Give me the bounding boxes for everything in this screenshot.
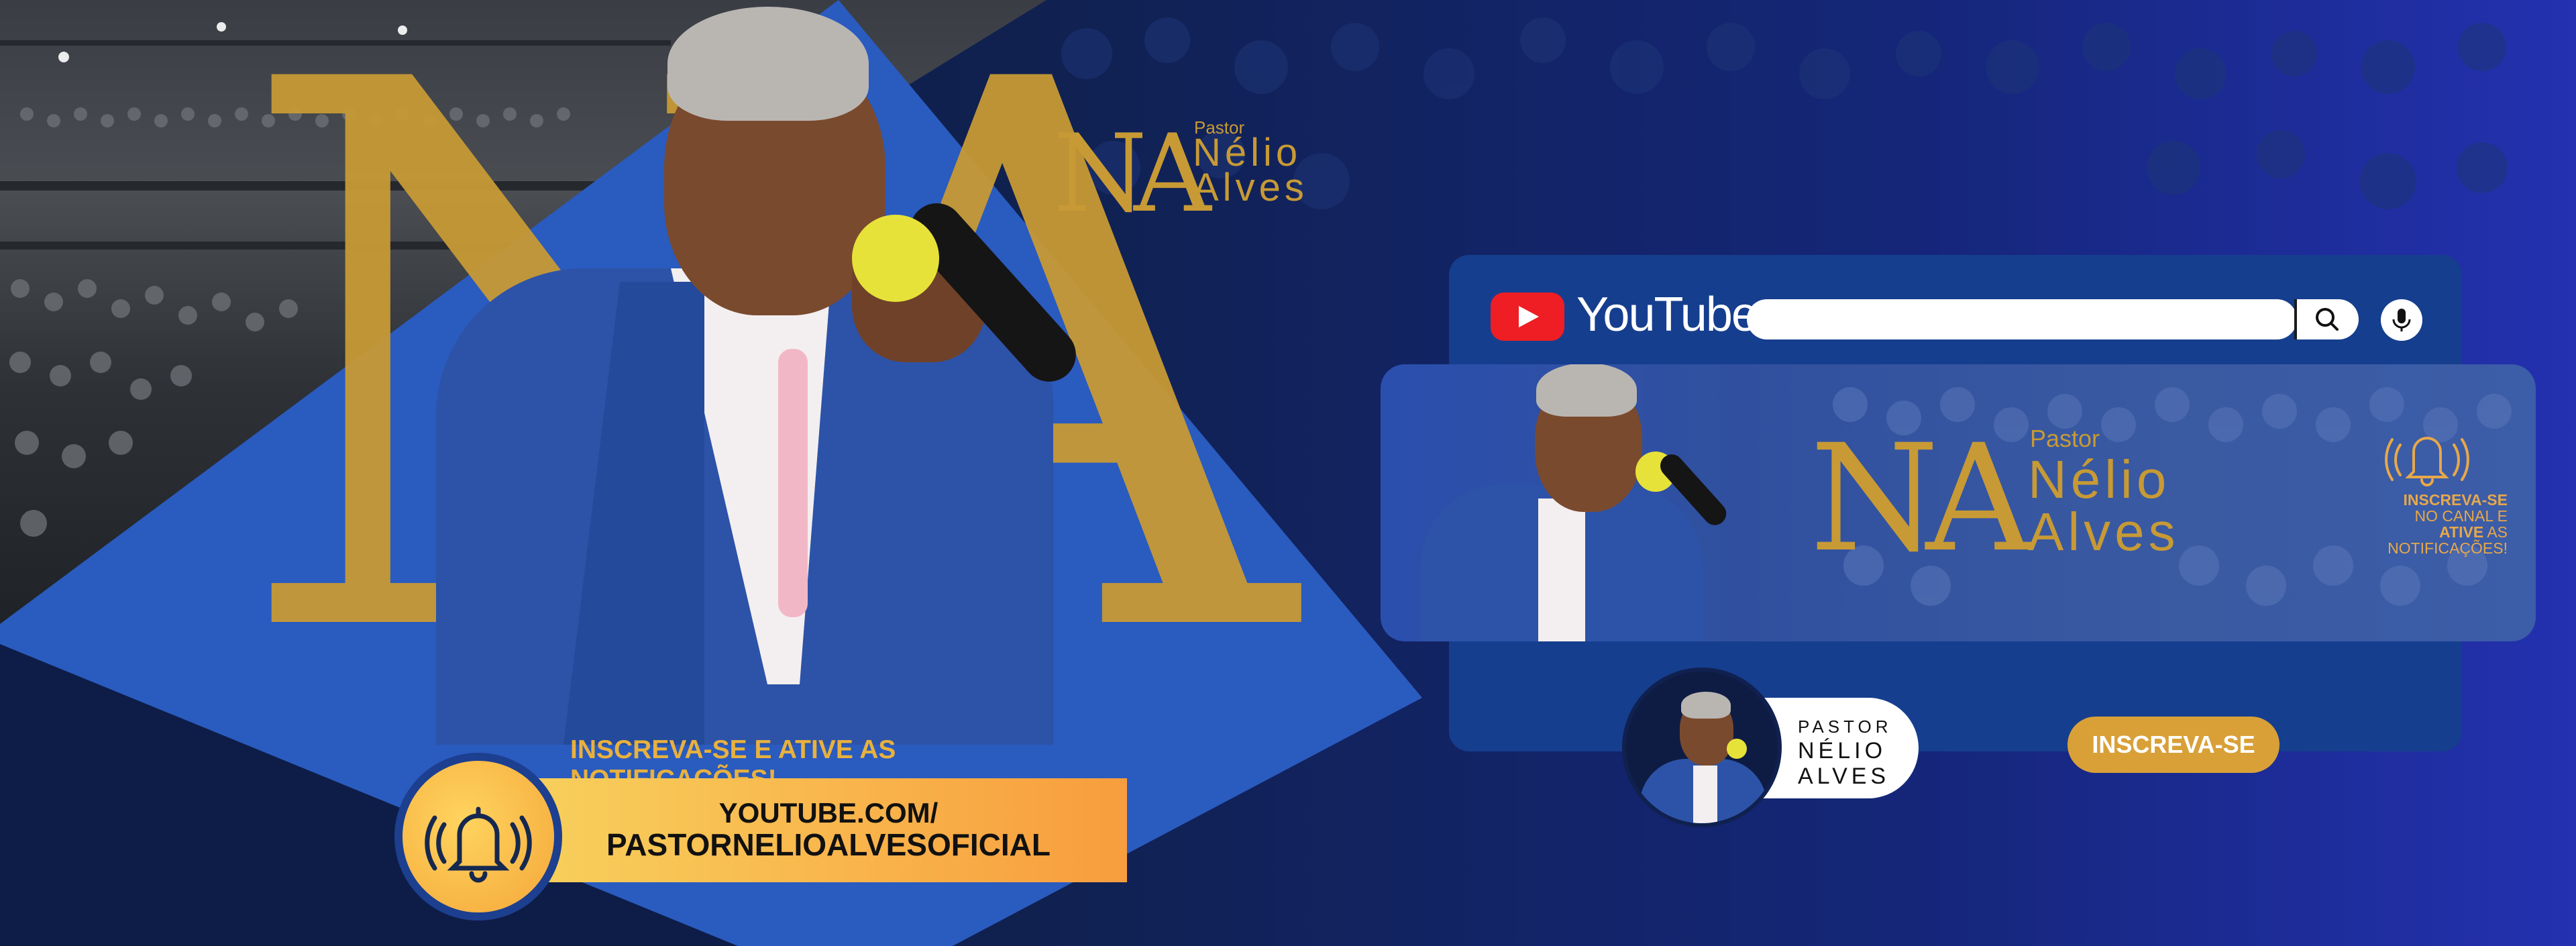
- youtube-play-icon[interactable]: [1491, 293, 1564, 341]
- notif-line1: INSCREVA-SE: [2403, 491, 2508, 509]
- logo-last-name: Alves: [1193, 166, 1308, 209]
- youtube-search-button[interactable]: [2294, 299, 2359, 339]
- banner-pastor-label: Pastor: [2030, 425, 2100, 452]
- search-icon: [2316, 308, 2339, 331]
- banner-pastor-shirt: [1538, 498, 1585, 641]
- microphone-icon: [2392, 309, 2411, 331]
- banner-pastor-hair: [1536, 364, 1637, 417]
- channel-first-name: NÉLIO: [1798, 738, 1887, 764]
- youtube-wordmark[interactable]: YouTube: [1576, 287, 1758, 342]
- notif-line2: NO CANAL E: [2414, 507, 2508, 525]
- notif-line4: NOTIFICAÇÕES!: [2387, 539, 2508, 557]
- bell-icon: [2385, 437, 2469, 486]
- notif-line3-bold: ATIVE: [2439, 523, 2484, 541]
- notif-line3-rest: AS: [2487, 523, 2508, 541]
- banner-monogram: NA: [1810, 413, 2032, 584]
- youtube-voice-button[interactable]: [2381, 299, 2422, 341]
- logo-top: NA: [1053, 111, 1212, 236]
- channel-avatar[interactable]: [1622, 668, 1782, 827]
- pastor-photo: [429, 0, 1087, 745]
- youtube-banner: NA Pastor Nélio Alves INSCREVA-SE NO CAN…: [1381, 364, 2536, 641]
- bell-button[interactable]: [394, 753, 562, 921]
- banner-first-name: Nélio: [2028, 450, 2171, 509]
- banner-last-name: Alves: [2028, 502, 2180, 562]
- channel-last-name: ALVES: [1798, 764, 1890, 789]
- subscribe-button[interactable]: INSCREVA-SE: [2068, 717, 2279, 773]
- logo-monogram: NA: [1053, 111, 1212, 236]
- channel-pastor-label: PASTOR: [1798, 717, 1892, 737]
- cta-url-line1: YOUTUBE.COM/: [718, 797, 938, 829]
- notif-line3: ATIVE AS: [2347, 524, 2508, 540]
- youtube-search-input[interactable]: [1747, 299, 2297, 339]
- bell-icon: [425, 806, 532, 883]
- cta-url-line2: PASTORNELIOALVESOFICIAL: [606, 827, 1051, 862]
